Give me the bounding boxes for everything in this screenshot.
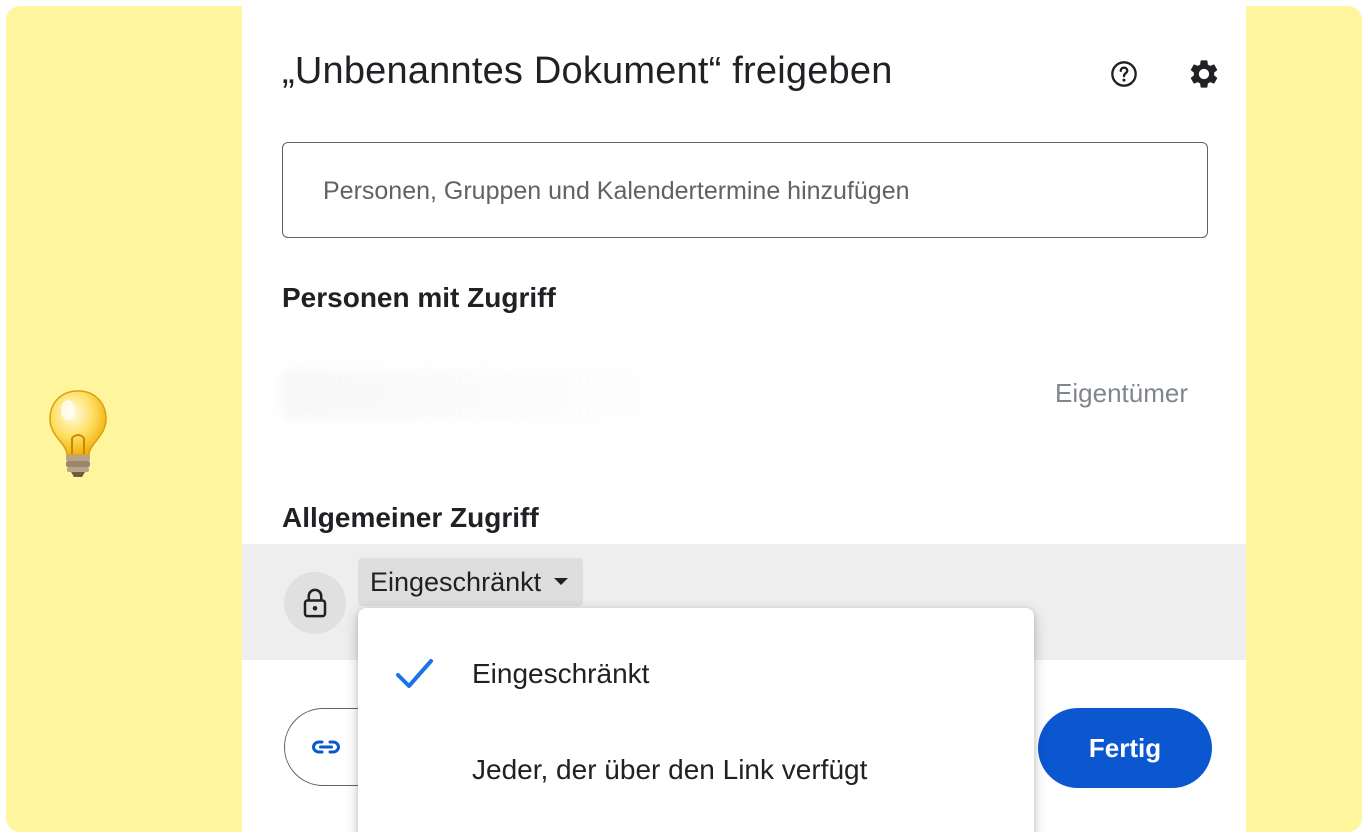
lock-avatar	[284, 572, 346, 634]
menu-item-restricted[interactable]: Eingeschränkt	[358, 628, 1034, 720]
menu-item-label: Eingeschränkt	[472, 658, 650, 689]
help-circle-icon	[1111, 61, 1137, 87]
owner-name-redacted	[282, 370, 642, 420]
done-button[interactable]: Fertig	[1038, 708, 1212, 788]
menu-item-label: Jeder, der über den Link verfügt	[472, 754, 868, 785]
dropdown-arrow-icon	[554, 578, 569, 585]
access-options-menu: Eingeschränkt Jeder, der über den Link v…	[358, 608, 1034, 832]
lock-icon	[303, 588, 327, 618]
lightbulb-icon	[49, 390, 107, 477]
help-button[interactable]	[1102, 52, 1146, 96]
checkmark-icon	[396, 659, 433, 688]
link-icon	[311, 740, 341, 754]
general-access-selected: Eingeschränkt	[370, 566, 542, 597]
gear-icon	[1190, 60, 1218, 88]
add-people-field[interactable]	[282, 142, 1208, 238]
owner-role-label: Eigentümer	[1055, 378, 1188, 408]
general-access-heading: Allgemeiner Zugriff	[282, 502, 539, 533]
add-people-input[interactable]	[321, 165, 1185, 217]
dialog-title: „Unbenanntes Dokument“ freigeben	[282, 50, 893, 92]
highlight-frame: „Unbenanntes Dokument“ freigeben Persone…	[6, 6, 1362, 832]
general-access-dropdown[interactable]: Eingeschränkt	[358, 558, 584, 606]
menu-item-anyone-with-link[interactable]: Jeder, der über den Link verfügt	[358, 724, 1034, 816]
people-with-access-heading: Personen mit Zugriff	[282, 282, 556, 313]
settings-button[interactable]	[1182, 52, 1226, 96]
owner-row: Eigentümer	[282, 350, 1208, 440]
